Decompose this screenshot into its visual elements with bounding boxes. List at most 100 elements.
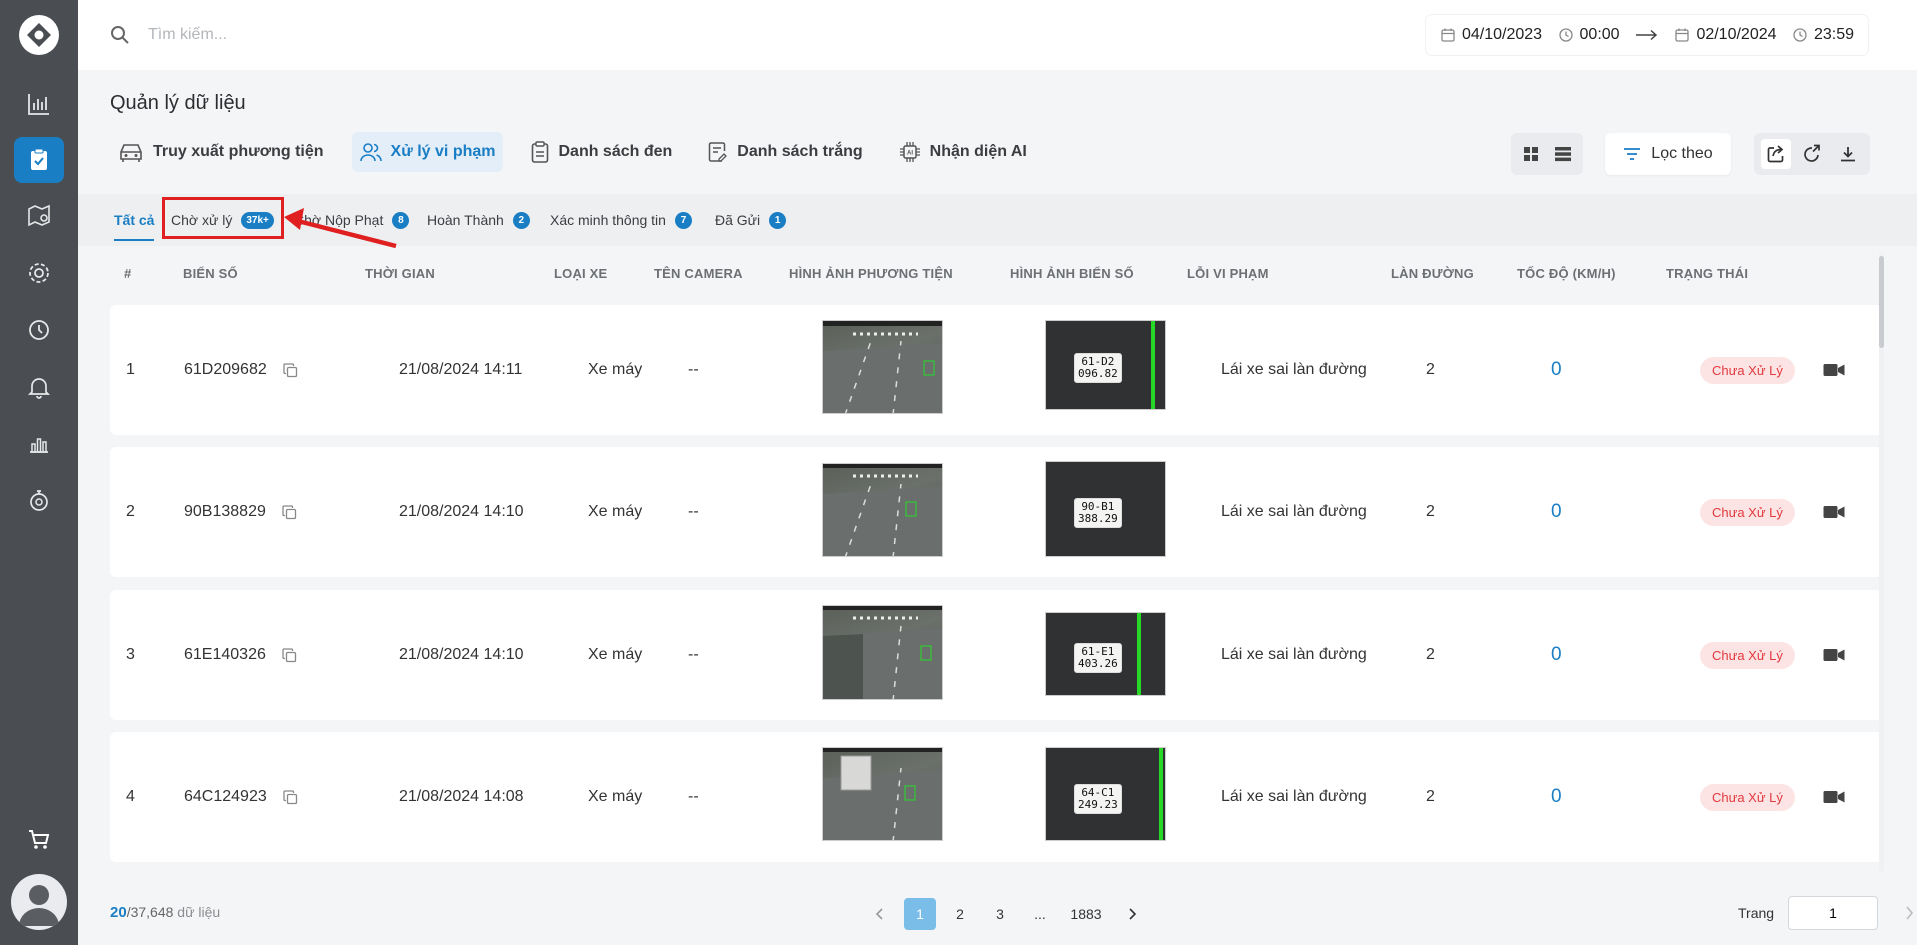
column-header[interactable]: LÀN ĐƯỜNG bbox=[1391, 266, 1474, 281]
sidebar-item-data[interactable] bbox=[14, 137, 64, 183]
copy-icon[interactable] bbox=[282, 647, 297, 663]
grid-view-button[interactable] bbox=[1517, 140, 1545, 168]
row-lane: 2 bbox=[1426, 361, 1435, 378]
status-badge[interactable]: Chưa Xử Lý bbox=[1700, 356, 1795, 384]
tab-vehicle-lookup[interactable]: Truy xuất phương tiện bbox=[110, 132, 332, 172]
column-header[interactable]: LOẠI XE bbox=[554, 266, 607, 281]
tab-all[interactable]: Tất cả bbox=[114, 209, 155, 241]
status-badge[interactable]: Chưa Xử Lý bbox=[1700, 783, 1795, 811]
status-badge[interactable]: Chưa Xử Lý bbox=[1700, 641, 1795, 669]
status-tabs: Tất cả Chờ xử lý 37k+ Chờ Nộp Phạt 8 Hoà… bbox=[78, 194, 1917, 249]
sidebar-item-alerts[interactable] bbox=[14, 364, 64, 410]
vehicle-image[interactable] bbox=[822, 463, 943, 557]
page-button[interactable]: 1 bbox=[904, 898, 936, 930]
app-logo[interactable] bbox=[19, 15, 59, 55]
table-row[interactable]: 4 64C124923 21/08/2024 14:08 Xe máy -- 6… bbox=[110, 732, 1882, 862]
vehicle-image[interactable] bbox=[822, 605, 943, 700]
to-date[interactable]: 02/10/2024 bbox=[1696, 26, 1776, 44]
page-button[interactable]: 2 bbox=[944, 898, 976, 930]
column-header: HÌNH ẢNH BIỂN SỐ bbox=[1010, 266, 1134, 281]
bell-icon bbox=[27, 378, 51, 399]
video-camera-icon[interactable] bbox=[1823, 505, 1845, 519]
arrow-right-icon bbox=[1636, 29, 1658, 41]
download-icon bbox=[1841, 147, 1855, 162]
clock-icon bbox=[1793, 28, 1807, 42]
plate-image[interactable]: 90-B1 388.29 bbox=[1045, 461, 1166, 557]
calendar-icon bbox=[1675, 28, 1690, 42]
to-time[interactable]: 23:59 bbox=[1814, 26, 1854, 44]
video-camera-icon[interactable] bbox=[1823, 790, 1845, 804]
sidebar-item-settings[interactable] bbox=[14, 250, 64, 296]
clock-history-icon bbox=[29, 320, 49, 340]
page-button[interactable]: 3 bbox=[984, 898, 1016, 930]
plate-number: 90B138829 bbox=[184, 503, 266, 520]
tab-ai-recognition[interactable]: AI Nhận diện AI bbox=[891, 132, 1035, 172]
svg-text:AI: AI bbox=[907, 151, 913, 157]
page-number-input[interactable] bbox=[1788, 896, 1879, 930]
row-violation: Lái xe sai làn đường bbox=[1221, 503, 1367, 520]
search-input[interactable] bbox=[148, 20, 748, 50]
tab-violation-processing[interactable]: Xử lý vi phạm bbox=[351, 132, 504, 172]
chevron-right-icon bbox=[1906, 906, 1914, 920]
download-button[interactable] bbox=[1833, 139, 1863, 169]
page-ellipsis[interactable]: ... bbox=[1024, 898, 1056, 930]
action-buttons bbox=[1754, 133, 1870, 175]
sidebar-item-dashboard[interactable] bbox=[14, 81, 64, 127]
share-button[interactable] bbox=[1761, 139, 1791, 169]
from-time[interactable]: 00:00 bbox=[1580, 26, 1620, 44]
column-header[interactable]: THỜI GIAN bbox=[365, 266, 435, 281]
plate-image[interactable]: 61-D2 096.82 bbox=[1045, 320, 1166, 410]
tab-whitelist[interactable]: Danh sách trắng bbox=[700, 132, 870, 172]
sidebar-item-map[interactable] bbox=[14, 193, 64, 239]
column-header[interactable]: BIỂN SỐ bbox=[183, 266, 238, 281]
row-camera: -- bbox=[688, 788, 699, 805]
sidebar-item-cart[interactable] bbox=[14, 816, 64, 862]
count-badge: 1 bbox=[769, 211, 787, 229]
users-icon bbox=[359, 143, 382, 162]
table-row[interactable]: 1 61D209682 21/08/2024 14:11 Xe máy -- 6… bbox=[110, 305, 1882, 435]
row-time: 21/08/2024 14:10 bbox=[399, 646, 524, 663]
column-header[interactable]: TRẠNG THÁI bbox=[1666, 266, 1748, 281]
vehicle-image[interactable] bbox=[822, 320, 943, 414]
export-button[interactable] bbox=[1797, 139, 1827, 169]
plate-image[interactable]: 64-C1 249.23 bbox=[1045, 747, 1166, 841]
copy-icon[interactable] bbox=[282, 504, 297, 520]
avatar[interactable] bbox=[11, 874, 67, 930]
vehicle-image[interactable] bbox=[822, 747, 943, 841]
row-camera: -- bbox=[688, 503, 699, 520]
go-page-button[interactable] bbox=[1892, 896, 1917, 930]
prev-page-button[interactable] bbox=[864, 898, 896, 930]
sidebar-item-timer[interactable] bbox=[14, 478, 64, 524]
page-button[interactable]: 1883 bbox=[1064, 898, 1108, 930]
table-row[interactable]: 3 61E140326 21/08/2024 14:10 Xe máy -- 6… bbox=[110, 590, 1882, 720]
copy-icon[interactable] bbox=[283, 362, 298, 378]
tab-sent[interactable]: Đã Gửi 1 bbox=[715, 209, 787, 231]
filter-button[interactable]: Lọc theo bbox=[1605, 133, 1731, 175]
scrollbar[interactable] bbox=[1879, 252, 1884, 872]
row-violation: Lái xe sai làn đường bbox=[1221, 788, 1367, 805]
column-header[interactable]: TÊN CAMERA bbox=[654, 266, 743, 281]
tab-completed[interactable]: Hoàn Thành 2 bbox=[427, 209, 530, 231]
date-range-picker[interactable]: 04/10/2023 00:00 02/10/2024 23:59 bbox=[1426, 15, 1868, 55]
plate-image[interactable]: 61-E1 403.26 bbox=[1045, 612, 1166, 696]
module-tabs: Truy xuất phương tiện Xử lý vi phạm Danh… bbox=[110, 132, 1035, 172]
next-page-button[interactable] bbox=[1116, 898, 1148, 930]
view-toggle bbox=[1511, 133, 1583, 175]
status-badge[interactable]: Chưa Xử Lý bbox=[1700, 498, 1795, 526]
scrollbar-thumb[interactable] bbox=[1879, 256, 1884, 348]
tab-verify-info[interactable]: Xác minh thông tin 7 bbox=[550, 209, 692, 231]
copy-icon[interactable] bbox=[283, 789, 298, 805]
from-date[interactable]: 04/10/2023 bbox=[1462, 26, 1542, 44]
plate-number: 61D209682 bbox=[184, 361, 267, 378]
table-row[interactable]: 2 90B138829 21/08/2024 14:10 Xe máy -- 9… bbox=[110, 447, 1882, 577]
list-view-button[interactable] bbox=[1549, 140, 1577, 168]
video-camera-icon[interactable] bbox=[1823, 648, 1845, 662]
sidebar-item-statistics[interactable] bbox=[14, 421, 64, 467]
ai-chip-icon: AI bbox=[899, 142, 920, 162]
plate-number: 64C124923 bbox=[184, 788, 267, 805]
video-camera-icon[interactable] bbox=[1823, 363, 1845, 377]
column-header[interactable]: LỖI VI PHẠM bbox=[1187, 266, 1269, 281]
tab-blacklist[interactable]: Danh sách đen bbox=[523, 132, 680, 172]
sidebar-item-history[interactable] bbox=[14, 307, 64, 353]
column-header[interactable]: TỐC ĐỘ (KM/H) bbox=[1517, 266, 1616, 281]
